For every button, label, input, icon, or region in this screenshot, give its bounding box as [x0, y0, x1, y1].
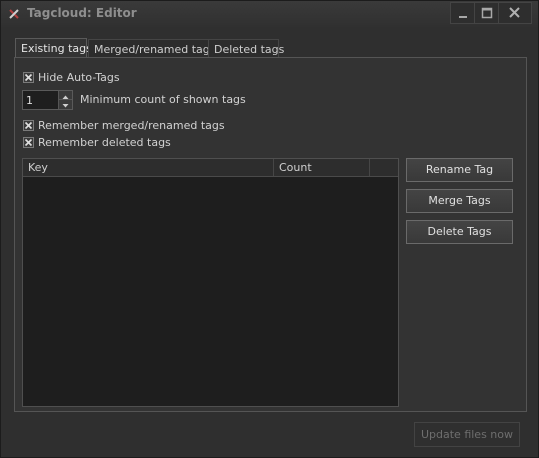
remember-deleted-label: Remember deleted tags [38, 136, 171, 149]
spin-up-button[interactable] [59, 91, 72, 100]
remember-merged-checkbox[interactable] [23, 120, 34, 131]
spin-down-button[interactable] [59, 100, 72, 109]
remember-deleted-checkbox[interactable] [23, 137, 34, 148]
minimize-button[interactable] [450, 2, 476, 24]
rename-tag-button[interactable]: Rename Tag [406, 158, 513, 182]
update-files-button[interactable]: Update files now [414, 422, 520, 447]
merge-tags-button[interactable]: Merge Tags [406, 189, 513, 213]
min-count-spinbox[interactable]: 1 [22, 90, 73, 110]
delete-tags-button[interactable]: Delete Tags [406, 220, 513, 244]
min-count-value[interactable]: 1 [26, 94, 33, 107]
checkmark-icon [24, 121, 33, 130]
minimize-icon [459, 16, 467, 18]
tab-merged-renamed-tags[interactable]: Merged/renamed tags [88, 39, 216, 58]
spinner-buttons [58, 91, 72, 109]
title-bar[interactable]: Tagcloud: Editor [1, 1, 538, 27]
tab-existing-tags[interactable]: Existing tags [15, 38, 92, 59]
column-header-key[interactable]: Key [23, 159, 274, 176]
remember-merged-label: Remember merged/renamed tags [38, 119, 225, 132]
maximize-button[interactable] [474, 2, 500, 24]
tab-deleted-tags[interactable]: Deleted tags [208, 39, 284, 58]
checkmark-icon [24, 73, 33, 82]
close-button[interactable] [498, 2, 532, 24]
min-count-label: Minimum count of shown tags [80, 93, 246, 106]
maximize-icon [481, 7, 493, 19]
hide-auto-tags-label: Hide Auto-Tags [38, 71, 120, 84]
arrow-down-icon [62, 104, 69, 108]
checkmark-icon [24, 138, 33, 147]
column-header-count[interactable]: Count [274, 159, 370, 176]
close-icon [509, 7, 520, 18]
tag-table[interactable]: Key Count [22, 158, 399, 407]
table-header: Key Count [23, 159, 398, 177]
hide-auto-tags-checkbox[interactable] [23, 72, 34, 83]
window-title: Tagcloud: Editor [27, 6, 137, 20]
app-icon [8, 8, 20, 20]
editor-window: Tagcloud: Editor Existing tags Merged/re… [0, 0, 539, 458]
